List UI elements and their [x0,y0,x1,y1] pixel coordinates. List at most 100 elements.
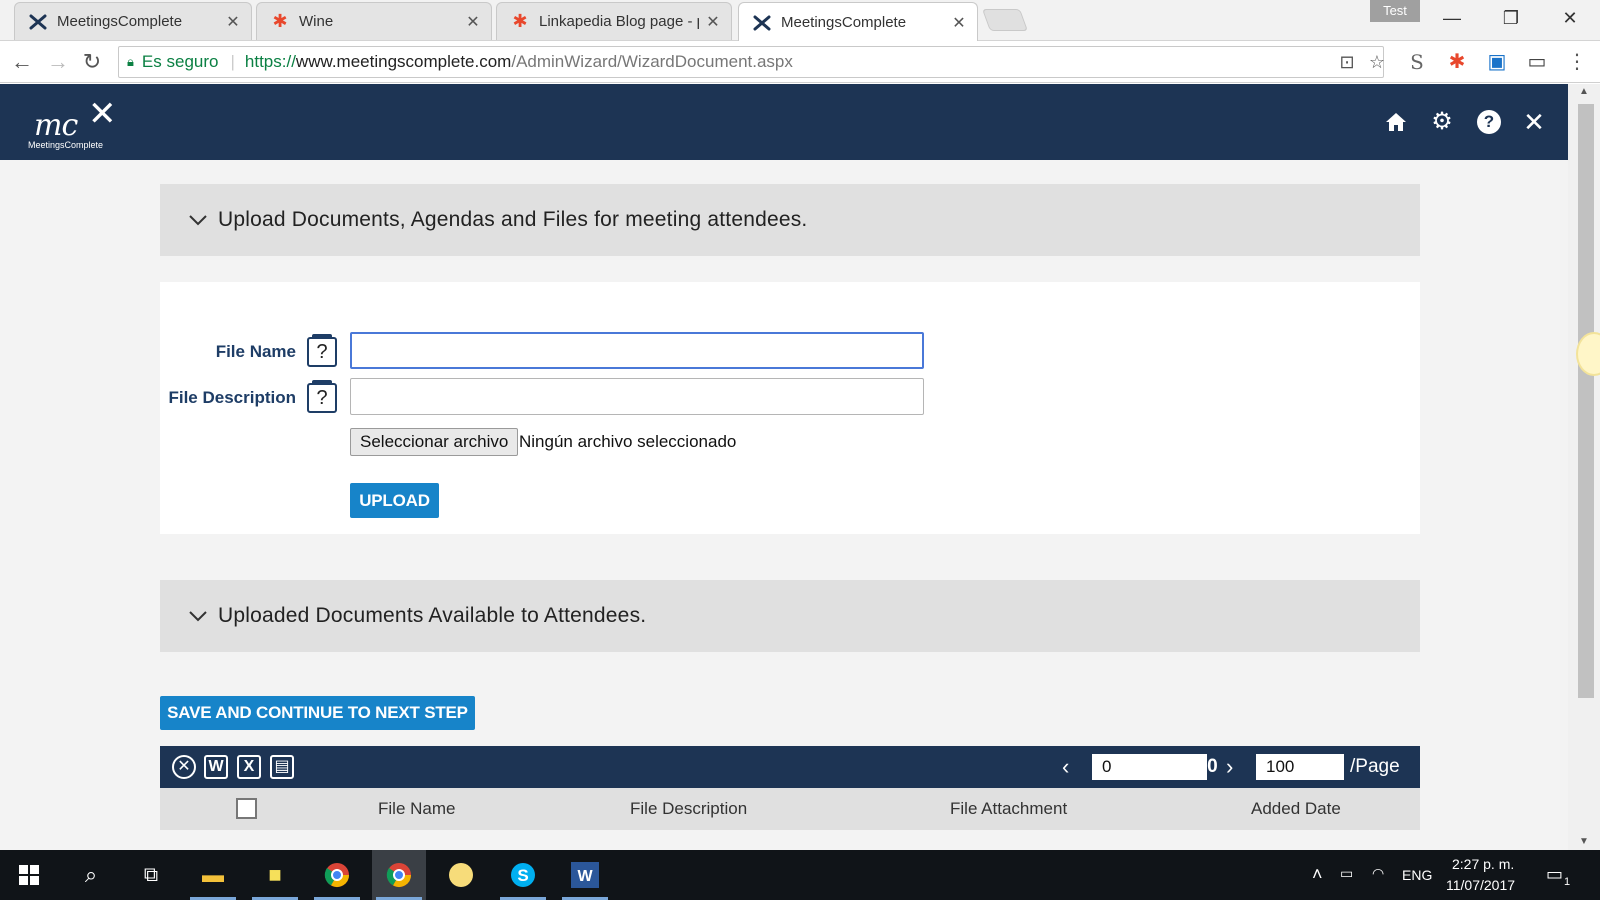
word-export-icon[interactable]: W [204,755,228,779]
tab-meetingscomplete-active[interactable]: MeetingsComplete ✕ [738,2,978,42]
file-description-input[interactable] [350,378,924,415]
pager-per-page-label: /Page [1350,756,1400,777]
app-yellow-circle-icon[interactable] [434,850,488,900]
tab-title: Linkapedia Blog page - p [539,13,699,30]
clock-date[interactable]: 11/07/2017 [1446,877,1515,893]
tab-close-icon[interactable]: ✕ [705,12,721,32]
language-indicator[interactable]: ENG [1402,867,1432,883]
search-icon[interactable]: ⌕ [64,850,118,900]
url-host: www.meetingscomplete.com [295,52,512,71]
tab-close-icon[interactable]: ✕ [225,12,241,32]
asterisk-favicon-icon: ✱ [512,11,528,31]
chrome-icon[interactable] [372,850,426,900]
mc-favicon-icon [753,14,771,32]
excel-export-icon[interactable]: X [237,755,261,779]
pager-of-label: of 0 [1186,755,1218,779]
column-header-added-date[interactable]: Added Date [1251,799,1341,819]
logo-text: MeetingsComplete [28,140,104,150]
meetingscomplete-logo[interactable]: mc ✕ MeetingsComplete [26,94,126,152]
url-path: /AdminWizard/WizardDocument.aspx [511,52,793,71]
lock-icon: 🔒︎ [127,54,134,69]
window-close-icon[interactable]: ✕ [1555,6,1585,30]
home-icon[interactable] [1380,106,1412,138]
show-hidden-icons[interactable]: ˄ [1312,864,1323,885]
column-header-file-description[interactable]: File Description [630,799,747,819]
scroll-down-icon[interactable]: ▼ [1568,834,1600,850]
browser-tab-strip: MeetingsComplete ✕ ✱ Wine ✕ ✱ Linkapedia… [0,0,1600,42]
help-icon[interactable]: ? [1477,110,1501,134]
notification-center-icon[interactable]: ▭ [1546,864,1563,885]
file-explorer-icon[interactable]: ▬ [186,850,240,900]
tab-wine[interactable]: ✱ Wine ✕ [256,2,492,40]
translate-icon[interactable]: ⊡ [1334,48,1360,76]
new-tab-button[interactable] [981,9,1029,31]
column-header-file-attachment[interactable]: File Attachment [950,799,1067,819]
print-icon[interactable]: ▤ [270,755,294,779]
notification-count: 1 [1564,876,1571,888]
gear-icon[interactable]: ⚙ [1426,106,1458,138]
file-name-help-button[interactable]: ? [307,334,337,367]
extension-s-icon[interactable]: S [1404,48,1430,76]
upload-button[interactable]: UPLOAD [350,483,439,518]
file-name-label: File Name [215,342,296,361]
forward-icon[interactable]: → [44,48,72,76]
upload-section-header[interactable]: Upload Documents, Agendas and Files for … [160,184,1420,256]
clear-icon[interactable]: ✕ [172,755,196,779]
skype-icon[interactable]: S [496,850,550,900]
tab-linkapedia[interactable]: ✱ Linkapedia Blog page - p ✕ [496,2,732,40]
tab-close-icon[interactable]: ✕ [465,12,481,32]
grid-header-row: File Name File Description File Attachme… [160,788,1420,830]
tab-meetingscomplete-1[interactable]: MeetingsComplete ✕ [14,2,252,40]
pager-total-pages: 0 [1207,756,1218,777]
minimize-icon[interactable]: — [1437,6,1467,30]
tab-title: Wine [299,13,334,30]
grid-toolbar: ✕ W X ▤ ‹ 0 of 0 › 100 /Page [160,746,1420,788]
windows-taskbar: ⌕ ⧉ ▬ ■ S W ˄ ▭ ◠ ENG 2:27 p. m. 11/07/2… [0,850,1600,900]
extension-asterisk-icon[interactable]: ✱ [1444,48,1470,76]
tab-title: MeetingsComplete [781,14,907,31]
bookmark-star-icon[interactable]: ☆ [1364,48,1390,76]
page-scrollbar[interactable]: ▲ ▼ [1568,84,1600,850]
pager-page-size-input[interactable]: 100 [1256,754,1344,780]
choose-file-button[interactable]: Seleccionar archivo [350,428,519,456]
logo-mark: mc [34,108,78,143]
browser-toolbar: ← → ↻ 🔒︎ Es seguro | https:// www.meetin… [0,41,1600,83]
scroll-up-icon[interactable]: ▲ [1568,84,1600,100]
chevron-down-icon [188,606,208,626]
svg-text:S: S [517,866,528,885]
upload-section-title: Upload Documents, Agendas and Files for … [218,208,808,231]
sticky-notes-icon[interactable]: ■ [248,850,302,900]
file-description-help-button[interactable]: ? [307,380,337,413]
browser-menu-icon[interactable]: ⋮ [1564,48,1590,76]
pager-next-icon[interactable]: › [1226,754,1233,780]
svg-text:W: W [577,868,593,885]
file-selection-status: Ningún archivo seleccionado [519,432,737,451]
uploaded-section-header[interactable]: Uploaded Documents Available to Attendee… [160,580,1420,652]
battery-icon[interactable]: ▭ [1340,865,1353,882]
wifi-icon[interactable]: ◠ [1372,865,1384,882]
pager-prev-icon[interactable]: ‹ [1062,754,1069,780]
logo-plane-icon: ✕ [88,95,117,133]
chrome-profile-icon[interactable] [310,850,364,900]
column-header-file-name[interactable]: File Name [378,799,455,819]
close-icon[interactable]: ✕ [1518,106,1550,138]
uploaded-section-title: Uploaded Documents Available to Attendee… [218,604,647,627]
file-name-input[interactable] [350,332,924,369]
save-and-continue-button[interactable]: SAVE AND CONTINUE TO NEXT STEP [160,696,475,730]
select-all-checkbox[interactable] [236,798,257,819]
extension-window-icon[interactable]: ▣ [1484,48,1510,76]
profile-badge[interactable]: Test [1370,0,1420,22]
word-icon[interactable]: W [558,850,612,900]
extension-ruler-icon[interactable]: ▭ [1524,48,1550,76]
back-icon[interactable]: ← [8,48,36,76]
task-view-icon[interactable]: ⧉ [124,850,178,900]
windows-start-icon[interactable] [2,850,56,900]
reload-icon[interactable]: ↻ [78,48,106,76]
tab-close-icon[interactable]: ✕ [951,13,967,33]
clock-time[interactable]: 2:27 p. m. [1452,856,1514,872]
address-bar[interactable]: 🔒︎ Es seguro | https:// www.meetingscomp… [118,46,1384,78]
url-scheme: https:// [244,52,296,71]
pager-of-text: of [1186,756,1208,777]
restore-icon[interactable]: ❐ [1496,6,1526,30]
scroll-thumb[interactable] [1578,104,1594,698]
